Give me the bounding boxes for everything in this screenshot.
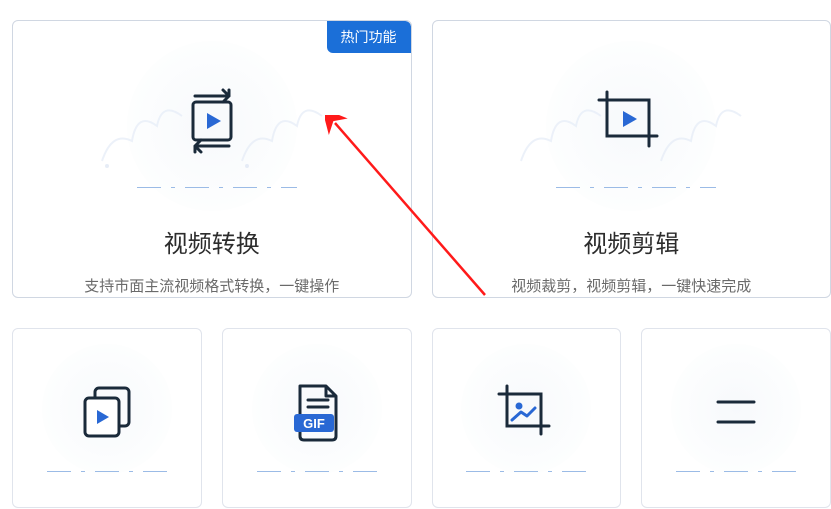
gif-file-icon: GIF bbox=[227, 357, 407, 467]
card-description: 视频裁剪，视频剪辑，一键快速完成 bbox=[511, 275, 751, 296]
icon-underline bbox=[127, 187, 297, 188]
icon-underline bbox=[247, 471, 387, 472]
icon-underline bbox=[456, 471, 596, 472]
card-small-image-crop[interactable] bbox=[432, 328, 622, 508]
card-small-video-files[interactable] bbox=[12, 328, 202, 508]
svg-text:GIF: GIF bbox=[303, 416, 325, 431]
more-icon bbox=[646, 357, 826, 467]
image-crop-icon bbox=[436, 357, 616, 467]
card-description: 支持市面主流视频格式转换，一键操作 bbox=[84, 275, 339, 296]
card-title: 视频转换 bbox=[164, 224, 260, 259]
card-small-more[interactable] bbox=[641, 328, 831, 508]
card-title: 视频剪辑 bbox=[583, 224, 679, 259]
card-small-gif[interactable]: GIF bbox=[222, 328, 412, 508]
card-video-convert[interactable]: 热门功能 视频转换 支持市面主流视频格式转换，一键操作 bbox=[12, 20, 412, 298]
card-video-edit[interactable]: 视频剪辑 视频裁剪，视频剪辑，一键快速完成 bbox=[432, 20, 831, 298]
video-files-icon bbox=[17, 357, 197, 467]
icon-underline bbox=[37, 471, 177, 472]
convert-icon bbox=[122, 61, 302, 181]
crop-play-icon bbox=[541, 61, 721, 181]
icon-underline bbox=[546, 187, 716, 188]
hot-badge: 热门功能 bbox=[327, 21, 411, 53]
icon-underline bbox=[666, 471, 806, 472]
